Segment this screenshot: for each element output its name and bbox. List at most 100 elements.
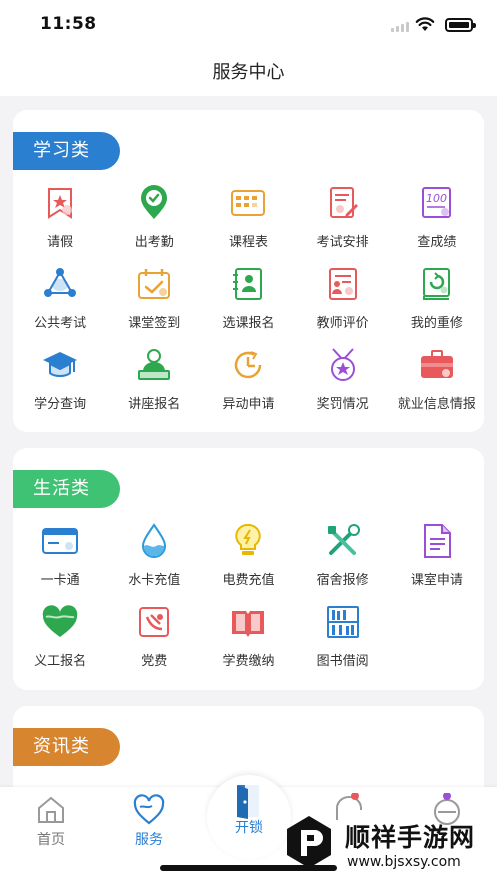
watermark-logo-icon: [287, 816, 331, 868]
service-item-course-enroll[interactable]: 选课报名: [201, 263, 295, 344]
repair-tools-icon: [324, 522, 362, 560]
service-label: 请假: [47, 235, 74, 250]
tab-label-home: 首页: [37, 832, 65, 848]
service-label: 水卡充值: [128, 573, 181, 588]
service-label: 课堂签到: [128, 316, 181, 331]
open-book-icon: [229, 603, 267, 641]
service-label: 学费缴纳: [222, 654, 275, 669]
svg-text:100: 100: [426, 192, 447, 205]
service-label: 电费充值: [222, 573, 275, 588]
heart-icon: [41, 603, 79, 641]
service-grid-study: 请假 出考勤 课程表 考试安排 100 查成绩 公共考试 课堂签到 选课报名 教…: [13, 182, 484, 425]
service-item-change-request[interactable]: 异动申请: [201, 344, 295, 425]
unlock-label: 开锁: [235, 820, 263, 836]
leave-icon: [41, 184, 79, 222]
service-label: 就业信息情报: [397, 397, 476, 412]
service-label: 公共考试: [34, 316, 87, 331]
service-label: 讲座报名: [128, 397, 181, 412]
service-label: 奖罚情况: [316, 397, 369, 412]
lecture-icon: [135, 346, 173, 384]
section-life: 生活类 一卡通 水卡充值 电费充值 宿舍报修 课室申请 义工报名 党费 学费缴纳…: [13, 448, 484, 690]
attendance-check-icon: [135, 184, 173, 222]
service-label: 考试安排: [316, 235, 369, 250]
wifi-icon: [415, 17, 435, 31]
nav-bar: 服务中心: [0, 50, 497, 96]
door-icon: [237, 785, 259, 819]
service-item-campus-card[interactable]: 一卡通: [13, 520, 107, 601]
service-item-rewards-penalties[interactable]: 奖罚情况: [296, 344, 390, 425]
graduation-cap-icon: [41, 346, 79, 384]
service-item-dorm-repair[interactable]: 宿舍报修: [296, 520, 390, 601]
service-label: 党费: [141, 654, 168, 669]
teacher-review-icon: [324, 265, 362, 303]
unlock-button[interactable]: 开锁: [207, 775, 291, 859]
service-label: 我的重修: [410, 316, 463, 331]
section-tag-study: 学习类: [13, 132, 120, 170]
water-drop-icon: [135, 522, 173, 560]
grade-100-icon: 100: [418, 184, 456, 222]
section-tag-info: 资讯类: [13, 728, 120, 766]
service-item-grades[interactable]: 100 查成绩: [390, 182, 484, 263]
party-emblem-icon: [135, 603, 173, 641]
retake-book-icon: [418, 265, 456, 303]
service-item-attendance[interactable]: 出考勤: [107, 182, 201, 263]
service-grid-life: 一卡通 水卡充值 电费充值 宿舍报修 课室申请 义工报名 党费 学费缴纳 图书借…: [13, 520, 484, 682]
service-item-tuition[interactable]: 学费缴纳: [201, 601, 295, 682]
service-item-classroom-request[interactable]: 课室申请: [390, 520, 484, 601]
service-label: 教师评价: [316, 316, 369, 331]
status-bar: 11:58: [0, 0, 497, 50]
lightbulb-icon: [229, 522, 267, 560]
battery-icon: [445, 18, 476, 32]
page-title: 服务中心: [212, 62, 285, 83]
tab-home[interactable]: 首页: [6, 793, 96, 849]
home-indicator: [160, 865, 337, 871]
service-item-exam-schedule[interactable]: 考试安排: [296, 182, 390, 263]
service-item-timetable[interactable]: 课程表: [201, 182, 295, 263]
tab-service[interactable]: 服务: [104, 793, 194, 849]
course-enroll-icon: [229, 265, 267, 303]
network-icon: [41, 265, 79, 303]
service-item-class-signin[interactable]: 课堂签到: [107, 263, 201, 344]
briefcase-icon: [418, 346, 456, 384]
service-label: 义工报名: [34, 654, 87, 669]
service-item-lecture-enroll[interactable]: 讲座报名: [107, 344, 201, 425]
service-item-teacher-review[interactable]: 教师评价: [296, 263, 390, 344]
service-item-water-card[interactable]: 水卡充值: [107, 520, 201, 601]
bookshelf-icon: [324, 603, 362, 641]
service-label: 出考勤: [134, 235, 174, 250]
medal-icon: [324, 346, 362, 384]
status-time: 11:58: [40, 14, 97, 34]
section-tag-life: 生活类: [13, 470, 120, 508]
card-icon: [41, 522, 79, 560]
service-label: 选课报名: [222, 316, 275, 331]
timetable-icon: [229, 184, 267, 222]
watermark-url: www.bjsxsy.com: [347, 854, 461, 870]
service-item-public-exam[interactable]: 公共考试: [13, 263, 107, 344]
service-item-leave[interactable]: 请假: [13, 182, 107, 263]
signal-icon: [391, 22, 409, 32]
service-label: 查成绩: [417, 235, 457, 250]
service-label: 课程表: [228, 235, 268, 250]
service-label: 异动申请: [222, 397, 275, 412]
calendar-check-icon: [135, 265, 173, 303]
service-label: 学分查询: [34, 397, 87, 412]
heart-outline-icon: [132, 793, 166, 827]
service-item-employment-info[interactable]: 就业信息情报: [390, 344, 484, 425]
service-item-volunteer[interactable]: 义工报名: [13, 601, 107, 682]
service-item-library[interactable]: 图书借阅: [296, 601, 390, 682]
service-label: 图书借阅: [316, 654, 369, 669]
document-icon: [418, 522, 456, 560]
service-label: 课室申请: [410, 573, 463, 588]
watermark-title: 顺祥手游网: [345, 823, 476, 852]
section-study: 学习类 请假 出考勤 课程表 考试安排 100 查成绩 公共考试 课堂签到 选课…: [13, 110, 484, 432]
clock-icon: [229, 346, 267, 384]
service-item-my-retake[interactable]: 我的重修: [390, 263, 484, 344]
exam-schedule-icon: [324, 184, 362, 222]
service-item-electricity[interactable]: 电费充值: [201, 520, 295, 601]
tab-label-service: 服务: [135, 832, 163, 848]
home-icon: [34, 793, 68, 827]
service-item-party-fee[interactable]: 党费: [107, 601, 201, 682]
service-label: 一卡通: [40, 573, 80, 588]
service-label: 宿舍报修: [316, 573, 369, 588]
service-item-credit-query[interactable]: 学分查询: [13, 344, 107, 425]
